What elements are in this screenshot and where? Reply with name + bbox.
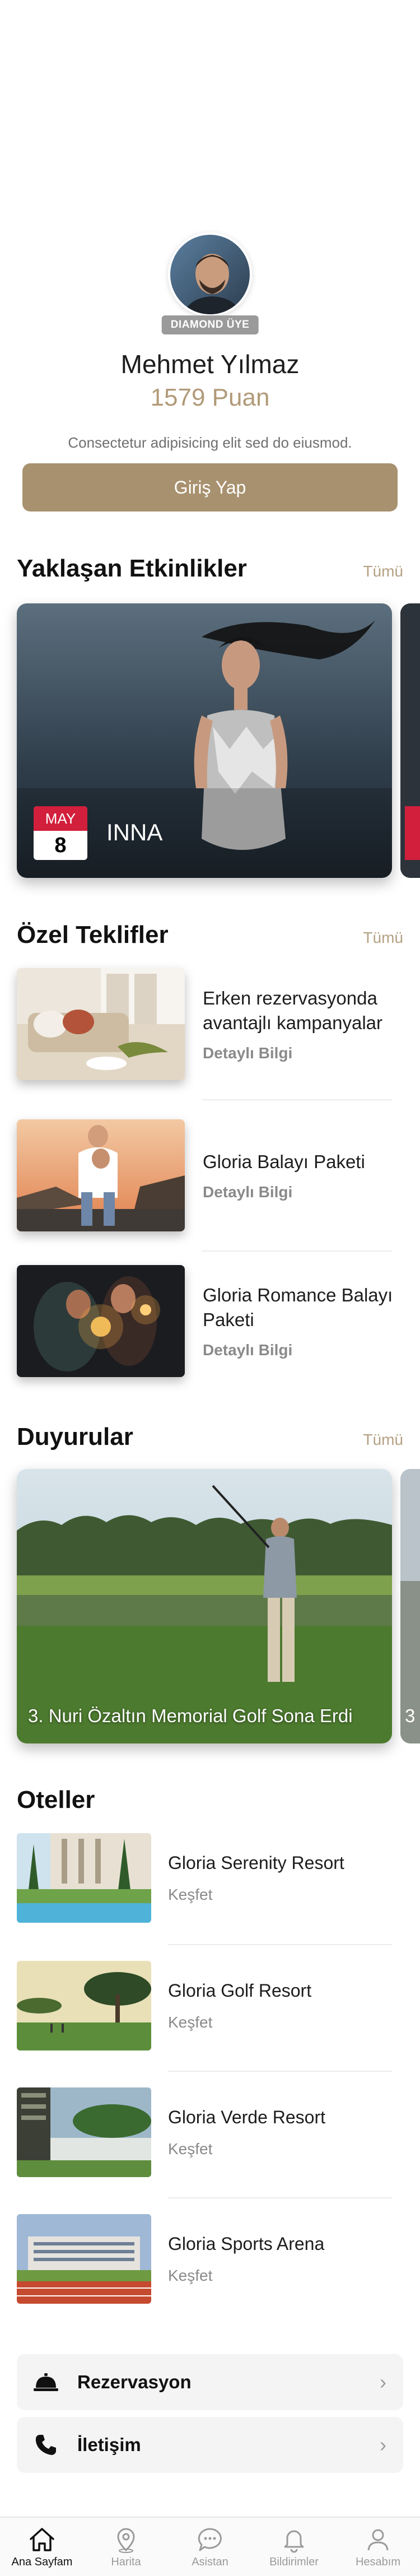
chevron-right-icon: › xyxy=(380,2433,386,2456)
events-all-link[interactable]: Tümü xyxy=(363,562,403,580)
event-name: INNA xyxy=(106,819,163,845)
event-date-badge: MAY 8 xyxy=(34,806,87,860)
announcement-caption: 3. Nuri Özaltın Memorial Golf Sona Erdi xyxy=(28,1705,353,1726)
hotels-title: Oteller xyxy=(17,1786,95,1814)
tab-map-label: Harita xyxy=(111,2556,141,2568)
offer-item[interactable]: Gloria Romance Balayı Paketi Detaylı Bil… xyxy=(17,1265,403,1377)
offer-detail-link[interactable]: Detaylı Bilgi xyxy=(203,1341,403,1359)
announcements-header: Duyurular Tümü xyxy=(17,1423,403,1451)
avatar[interactable] xyxy=(168,233,252,317)
hotel-item[interactable]: Gloria Serenity Resort Keşfet xyxy=(17,1833,403,1923)
bell-icon xyxy=(284,2530,304,2553)
offers-all-link[interactable]: Tümü xyxy=(363,929,403,947)
hotel-item[interactable]: Gloria Sports Arena Keşfet xyxy=(17,2214,403,2304)
chevron-right-icon: › xyxy=(380,2370,386,2393)
hotel-name: Gloria Golf Resort xyxy=(168,1980,312,2001)
hotel-divider xyxy=(168,2071,392,2072)
profile-header: DIAMOND ÜYE Mehmet Yılmaz 1579 Puan Cons… xyxy=(0,233,420,452)
announcements-all-link[interactable]: Tümü xyxy=(363,1431,403,1449)
announcements-title: Duyurular xyxy=(17,1423,133,1450)
hotel-item[interactable]: Gloria Golf Resort Keşfet xyxy=(17,1961,403,2050)
event-day: 8 xyxy=(54,833,67,857)
events-title: Yaklaşan Etkinlikler xyxy=(17,555,247,582)
hotel-divider xyxy=(168,2197,392,2198)
offer-item[interactable]: Gloria Balayı Paketi Detaylı Bilgi xyxy=(17,1119,403,1231)
cloche-icon xyxy=(34,2370,58,2394)
events-header: Yaklaşan Etkinlikler Tümü xyxy=(17,555,403,583)
tab-account[interactable]: Hesabım xyxy=(336,2518,420,2576)
tab-home-label: Ana Sayfam xyxy=(11,2556,73,2568)
user-icon xyxy=(367,2529,389,2551)
membership-badge: DIAMOND ÜYE xyxy=(161,315,259,334)
announcement-card-next[interactable]: 3 xyxy=(400,1469,420,1743)
reservation-label: Rezervasyon xyxy=(77,2372,192,2392)
hotel-explore-link[interactable]: Keşfet xyxy=(168,2014,311,2031)
offer-divider xyxy=(202,1099,392,1100)
hotel-text: Gloria Sports Arena Keşfet xyxy=(168,2234,324,2285)
announcement-image xyxy=(17,1469,392,1743)
hotel-explore-link[interactable]: Keşfet xyxy=(168,1886,344,1904)
tab-assistant-label: Asistan xyxy=(192,2556,228,2568)
tab-notifications-label: Bildirimler xyxy=(269,2556,319,2568)
hotel-text: Gloria Golf Resort Keşfet xyxy=(168,1980,311,2031)
offer-text: Erken rezervasyonda avantajlı kampanyala… xyxy=(203,986,403,1062)
profile-description: Consectetur adipisicing elit sed do eius… xyxy=(68,434,352,451)
tab-bar: Ana Sayfam Harita Asistan Bildirimler He… xyxy=(0,2517,420,2576)
hotel-text: Gloria Serenity Resort Keşfet xyxy=(168,1853,344,1904)
offer-detail-link[interactable]: Detaylı Bilgi xyxy=(203,1044,403,1062)
tab-home[interactable]: Ana Sayfam xyxy=(0,2518,84,2576)
contact-label: İletişim xyxy=(77,2434,141,2455)
tab-map[interactable]: Harita xyxy=(84,2518,168,2576)
offer-title: Erken rezervasyonda avantajlı kampanyala… xyxy=(203,988,383,1033)
announcement-next-caption: 3 xyxy=(405,1705,416,1726)
offer-title: Gloria Balayı Paketi xyxy=(203,1151,365,1172)
reservation-button[interactable]: Rezervasyon › xyxy=(17,2354,403,2410)
hotel-explore-link[interactable]: Keşfet xyxy=(168,2267,324,2285)
offers-header: Özel Teklifler Tümü xyxy=(17,921,403,949)
login-button[interactable]: Giriş Yap xyxy=(22,463,398,512)
hotel-name: Gloria Sports Arena xyxy=(168,2233,325,2254)
offers-title: Özel Teklifler xyxy=(17,921,169,948)
offer-divider xyxy=(202,1250,392,1252)
user-name: Mehmet Yılmaz xyxy=(120,350,300,379)
hotel-explore-link[interactable]: Keşfet xyxy=(168,2140,325,2158)
avatar-wrap: DIAMOND ÜYE xyxy=(161,233,259,334)
offer-image xyxy=(17,1119,185,1231)
hotel-text: Gloria Verde Resort Keşfet xyxy=(168,2107,325,2158)
offer-detail-link[interactable]: Detaylı Bilgi xyxy=(203,1183,403,1201)
hotel-image xyxy=(17,2214,151,2304)
hotels-header: Oteller xyxy=(17,1786,403,1814)
phone-icon xyxy=(34,2433,58,2457)
hotel-item[interactable]: Gloria Verde Resort Keşfet xyxy=(17,2087,403,2177)
map-pin-icon xyxy=(117,2528,135,2553)
tab-assistant[interactable]: Asistan xyxy=(168,2518,252,2576)
hotel-name: Gloria Verde Resort xyxy=(168,2107,326,2127)
hotel-name: Gloria Serenity Resort xyxy=(168,1852,344,1873)
offer-image xyxy=(17,968,185,1080)
offer-image xyxy=(17,1265,185,1377)
hotel-image xyxy=(17,2087,151,2177)
offer-item[interactable]: Erken rezervasyonda avantajlı kampanyala… xyxy=(17,968,403,1080)
announcement-card[interactable]: 3. Nuri Özaltın Memorial Golf Sona Erdi xyxy=(17,1469,392,1743)
event-card[interactable]: MAY 8 INNA xyxy=(17,603,392,878)
user-points: 1579 Puan xyxy=(150,384,270,411)
tab-account-label: Hesabım xyxy=(355,2556,401,2568)
hotel-divider xyxy=(168,1944,392,1945)
chat-bubble-icon xyxy=(198,2528,222,2551)
tab-notifications[interactable]: Bildirimler xyxy=(252,2518,336,2576)
offer-text: Gloria Romance Balayı Paketi Detaylı Bil… xyxy=(203,1283,403,1359)
event-month: MAY xyxy=(34,806,87,831)
contact-button[interactable]: İletişim › xyxy=(17,2417,403,2473)
hotel-image xyxy=(17,1961,151,2050)
home-icon xyxy=(30,2528,54,2551)
offer-title: Gloria Romance Balayı Paketi xyxy=(203,1285,393,1330)
offer-text: Gloria Balayı Paketi Detaylı Bilgi xyxy=(203,1150,403,1201)
hotel-image xyxy=(17,1833,151,1923)
event-card-next[interactable] xyxy=(400,603,420,878)
